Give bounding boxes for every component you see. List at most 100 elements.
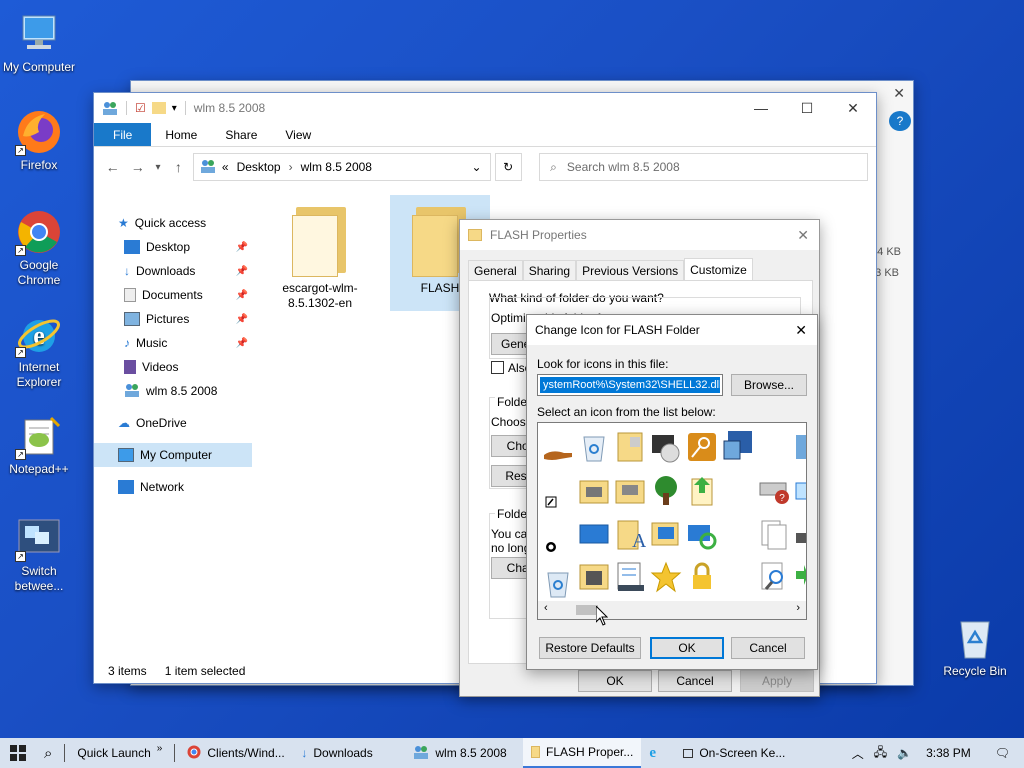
volume-icon[interactable]: 🔈 — [897, 746, 912, 760]
breadcrumb-current[interactable]: wlm 8.5 2008 — [301, 160, 372, 174]
ok-button[interactable]: OK — [650, 637, 724, 659]
title-bar[interactable]: FLASH Properties ✕ — [460, 220, 819, 250]
disc-drive-icon[interactable] — [650, 431, 682, 463]
tab-previous-versions[interactable]: Previous Versions — [576, 260, 685, 280]
control-panel-icon[interactable] — [722, 429, 754, 461]
ok-button[interactable]: OK — [578, 670, 652, 692]
title-bar[interactable]: Change Icon for FLASH Folder ✕ — [527, 315, 817, 345]
tab-sharing[interactable]: Sharing — [522, 260, 577, 280]
favorites-star-icon[interactable] — [650, 561, 682, 593]
nav-item-pictures[interactable]: Pictures 📌 — [94, 307, 252, 331]
nav-item-documents[interactable]: Documents 📌 — [94, 283, 252, 307]
printer-folder-icon[interactable] — [614, 475, 646, 507]
forward-button[interactable]: → — [127, 156, 148, 178]
computer-folder-icon[interactable] — [650, 519, 682, 551]
restore-defaults-button[interactable]: Restore Defaults — [539, 637, 641, 659]
pin-icon[interactable]: 📌 — [236, 314, 248, 325]
tab-customize[interactable]: Customize — [684, 258, 753, 280]
recent-dropdown-button[interactable]: ▾ — [152, 156, 164, 178]
breadcrumb-desktop[interactable]: Desktop — [237, 160, 281, 174]
scrollbar-thumb[interactable] — [576, 605, 598, 615]
upload-document-icon[interactable] — [686, 475, 718, 507]
pin-icon[interactable]: 📌 — [236, 266, 248, 277]
close-button[interactable]: ✕ — [830, 93, 876, 123]
nav-onedrive[interactable]: ☁ OneDrive — [94, 411, 252, 435]
apply-button[interactable]: Apply — [740, 670, 814, 692]
nav-quick-access[interactable]: ★ Quick access — [94, 211, 252, 235]
hand-share-icon[interactable] — [542, 437, 574, 469]
keys-icon[interactable] — [686, 431, 718, 463]
pin-icon[interactable]: 📌 — [236, 242, 248, 253]
cancel-button[interactable]: Cancel — [731, 637, 805, 659]
lock-icon[interactable] — [686, 561, 718, 593]
nav-item-wlm[interactable]: wlm 8.5 2008 — [94, 379, 252, 403]
close-button[interactable]: ✕ — [797, 227, 809, 244]
icon-list[interactable]: A ? ‹ › — [537, 422, 807, 620]
fonts-folder-icon[interactable]: A — [614, 519, 647, 552]
title-bar[interactable]: ☑ ▾ wlm 8.5 2008 — ☐ ✕ — [94, 93, 876, 123]
nav-item-downloads[interactable]: ↓ Downloads 📌 — [94, 259, 252, 283]
search-button[interactable]: ⌕ — [36, 738, 60, 768]
notifications-icon[interactable]: 🗨 — [995, 746, 1010, 760]
search-box[interactable]: ⌕ Search wlm 8.5 2008 — [539, 153, 868, 181]
network-icon[interactable]: 🖧 — [874, 743, 887, 764]
address-bar[interactable]: « Desktop › wlm 8.5 2008 ⌄ — [192, 153, 491, 181]
network-sync-icon[interactable] — [686, 519, 718, 551]
desktop-icon-recycle-bin[interactable]: Recycle Bin — [937, 614, 1013, 679]
desktop-icon-notepadpp[interactable]: ↗ Notepad++ — [1, 412, 77, 477]
scroll-right-icon[interactable]: › — [796, 602, 800, 614]
up-button[interactable]: ↑ — [168, 156, 189, 178]
maximize-button[interactable]: ☐ — [784, 93, 830, 123]
partial-icon[interactable] — [794, 431, 806, 463]
partial-icon[interactable] — [794, 519, 806, 551]
taskbar-item-properties[interactable]: FLASH Proper... — [523, 738, 642, 768]
tab-view[interactable]: View — [271, 123, 325, 146]
taskbar-item-explorer[interactable]: wlm 8.5 2008 — [405, 738, 523, 768]
task-list-icon[interactable] — [614, 561, 646, 593]
cancel-button[interactable]: Cancel — [658, 670, 732, 692]
show-hidden-icons-icon[interactable]: ︿ — [852, 745, 864, 762]
close-icon[interactable]: ✕ — [893, 85, 905, 102]
partial-icon[interactable] — [794, 561, 806, 593]
nav-item-music[interactable]: ♪ Music 📌 — [94, 331, 252, 355]
desktop-icon-switch-windows[interactable]: ↗ Switch betwee... — [1, 514, 77, 594]
tab-general[interactable]: General — [468, 260, 523, 280]
recycle-bin-icon[interactable] — [578, 431, 610, 463]
search-magnifier-icon[interactable] — [758, 561, 790, 593]
icon-file-input[interactable]: ystemRoot%\System32\SHELL32.dll — [537, 374, 723, 396]
file-item[interactable]: escargot-wlm-8.5.1302-en — [270, 201, 370, 311]
nav-my-computer[interactable]: My Computer — [94, 443, 252, 467]
desktop-icon-ie[interactable]: e ↗ Internet Explorer — [1, 310, 77, 390]
back-button[interactable]: ← — [102, 156, 123, 178]
tab-share[interactable]: Share — [211, 123, 271, 146]
chevron-down-icon[interactable]: ⌄ — [472, 160, 482, 174]
chevron-overflow-icon[interactable]: » — [157, 743, 163, 754]
shortcut-arrow-icon[interactable] — [542, 483, 574, 515]
taskbar-item-chrome[interactable]: Clients/Wind... — [179, 738, 293, 768]
qat-dropdown-icon[interactable]: ▾ — [172, 103, 177, 114]
recycle-bin-full-icon[interactable] — [542, 567, 574, 599]
taskbar-item-osk[interactable]: On-Screen Ke... — [675, 738, 793, 768]
breadcrumb-overflow[interactable]: « — [222, 160, 229, 174]
copy-documents-icon[interactable] — [758, 519, 790, 551]
quick-launch-toolbar[interactable]: Quick Launch » — [69, 738, 170, 768]
tab-file[interactable]: File — [94, 123, 152, 146]
start-button[interactable] — [0, 738, 36, 768]
close-button[interactable]: ✕ — [795, 322, 807, 339]
pin-icon[interactable]: 📌 — [236, 338, 248, 349]
taskbar-item-ie[interactable]: e — [641, 738, 675, 768]
nav-network[interactable]: Network — [94, 475, 252, 499]
partial-icon[interactable] — [794, 475, 806, 507]
tab-home[interactable]: Home — [151, 123, 211, 146]
change-icon-dialog[interactable]: Change Icon for FLASH Folder ✕ Look for … — [526, 314, 818, 670]
minimize-button[interactable]: — — [738, 93, 784, 123]
horizontal-scrollbar[interactable]: ‹ › — [538, 601, 806, 619]
nav-item-desktop[interactable]: Desktop 📌 — [94, 235, 252, 259]
pin-icon[interactable]: 📌 — [236, 290, 248, 301]
help-icon[interactable]: ? — [889, 111, 911, 131]
scroll-left-icon[interactable]: ‹ — [544, 602, 548, 614]
network-folder-icon[interactable] — [578, 475, 610, 507]
desktop-icon-chrome[interactable]: ↗ Google Chrome — [1, 208, 77, 288]
desktop-icon-my-computer[interactable]: My Computer — [1, 10, 77, 75]
folder-grid-icon[interactable] — [614, 431, 646, 463]
